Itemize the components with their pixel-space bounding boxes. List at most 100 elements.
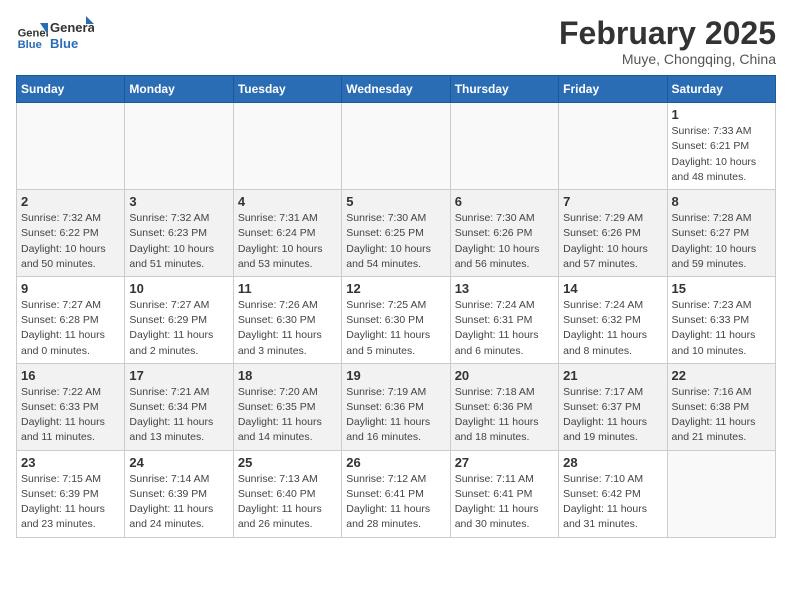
weekday-header-thursday: Thursday [450, 76, 558, 103]
calendar-cell: 7 Sunrise: 7:29 AM Sunset: 6:26 PM Daylig… [559, 190, 667, 277]
day-number: 27 [455, 455, 554, 470]
svg-text:Blue: Blue [50, 36, 78, 51]
day-number: 1 [672, 107, 771, 122]
title-block: February 2025 Muye, Chongqing, China [559, 16, 776, 67]
day-number: 5 [346, 194, 445, 209]
calendar-cell: 18 Sunrise: 7:20 AM Sunset: 6:35 PM Dayli… [233, 363, 341, 450]
page-header: General Blue General Blue February 2025 … [16, 16, 776, 67]
day-info: Sunrise: 7:26 AM Sunset: 6:30 PM Dayligh… [238, 298, 337, 359]
location: Muye, Chongqing, China [559, 51, 776, 67]
day-info: Sunrise: 7:33 AM Sunset: 6:21 PM Dayligh… [672, 124, 771, 185]
calendar-cell: 21 Sunrise: 7:17 AM Sunset: 6:37 PM Dayli… [559, 363, 667, 450]
calendar-cell: 13 Sunrise: 7:24 AM Sunset: 6:31 PM Dayli… [450, 276, 558, 363]
calendar-cell: 24 Sunrise: 7:14 AM Sunset: 6:39 PM Dayli… [125, 450, 233, 537]
calendar-cell: 4Sunrise: 7:31 AM Sunset: 6:24 PM Daylig… [233, 190, 341, 277]
day-number: 24 [129, 455, 228, 470]
calendar-cell: 1 Sunrise: 7:33 AM Sunset: 6:21 PM Daylig… [667, 103, 775, 190]
day-info: Sunrise: 7:20 AM Sunset: 6:35 PM Dayligh… [238, 385, 337, 446]
day-info: Sunrise: 7:17 AM Sunset: 6:37 PM Dayligh… [563, 385, 662, 446]
calendar-cell: 22Sunrise: 7:16 AM Sunset: 6:38 PM Dayli… [667, 363, 775, 450]
svg-text:General: General [18, 28, 48, 40]
month-title: February 2025 [559, 16, 776, 51]
calendar-cell: 23 Sunrise: 7:15 AM Sunset: 6:39 PM Dayli… [17, 450, 125, 537]
calendar-cell: 12 Sunrise: 7:25 AM Sunset: 6:30 PM Dayli… [342, 276, 450, 363]
calendar-cell: 15 Sunrise: 7:23 AM Sunset: 6:33 PM Dayli… [667, 276, 775, 363]
day-info: Sunrise: 7:32 AM Sunset: 6:22 PM Dayligh… [21, 211, 120, 272]
day-info: Sunrise: 7:11 AM Sunset: 6:41 PM Dayligh… [455, 472, 554, 533]
day-info: Sunrise: 7:14 AM Sunset: 6:39 PM Dayligh… [129, 472, 228, 533]
day-info: Sunrise: 7:23 AM Sunset: 6:33 PM Dayligh… [672, 298, 771, 359]
calendar-table: SundayMondayTuesdayWednesdayThursdayFrid… [16, 75, 776, 537]
day-info: Sunrise: 7:25 AM Sunset: 6:30 PM Dayligh… [346, 298, 445, 359]
weekday-header-sunday: Sunday [17, 76, 125, 103]
day-number: 10 [129, 281, 228, 296]
day-info: Sunrise: 7:21 AM Sunset: 6:34 PM Dayligh… [129, 385, 228, 446]
calendar-cell: 10 Sunrise: 7:27 AM Sunset: 6:29 PM Dayli… [125, 276, 233, 363]
calendar-cell [559, 103, 667, 190]
day-info: Sunrise: 7:32 AM Sunset: 6:23 PM Dayligh… [129, 211, 228, 272]
day-number: 7 [563, 194, 662, 209]
logo: General Blue General Blue [16, 16, 94, 54]
calendar-cell: 8 Sunrise: 7:28 AM Sunset: 6:27 PM Daylig… [667, 190, 775, 277]
calendar-week-row: 1 Sunrise: 7:33 AM Sunset: 6:21 PM Daylig… [17, 103, 776, 190]
weekday-header-wednesday: Wednesday [342, 76, 450, 103]
calendar-week-row: 9 Sunrise: 7:27 AM Sunset: 6:28 PM Daylig… [17, 276, 776, 363]
day-info: Sunrise: 7:18 AM Sunset: 6:36 PM Dayligh… [455, 385, 554, 446]
day-number: 26 [346, 455, 445, 470]
day-number: 16 [21, 368, 120, 383]
day-info: Sunrise: 7:30 AM Sunset: 6:26 PM Dayligh… [455, 211, 554, 272]
calendar-week-row: 16 Sunrise: 7:22 AM Sunset: 6:33 PM Dayli… [17, 363, 776, 450]
day-info: Sunrise: 7:28 AM Sunset: 6:27 PM Dayligh… [672, 211, 771, 272]
day-number: 25 [238, 455, 337, 470]
calendar-week-row: 23 Sunrise: 7:15 AM Sunset: 6:39 PM Dayli… [17, 450, 776, 537]
day-number: 8 [672, 194, 771, 209]
calendar-cell: 11 Sunrise: 7:26 AM Sunset: 6:30 PM Dayli… [233, 276, 341, 363]
day-info: Sunrise: 7:29 AM Sunset: 6:26 PM Dayligh… [563, 211, 662, 272]
calendar-cell: 6 Sunrise: 7:30 AM Sunset: 6:26 PM Daylig… [450, 190, 558, 277]
calendar-week-row: 2 Sunrise: 7:32 AM Sunset: 6:22 PM Daylig… [17, 190, 776, 277]
day-number: 11 [238, 281, 337, 296]
calendar-cell: 3 Sunrise: 7:32 AM Sunset: 6:23 PM Daylig… [125, 190, 233, 277]
day-number: 6 [455, 194, 554, 209]
day-info: Sunrise: 7:27 AM Sunset: 6:28 PM Dayligh… [21, 298, 120, 359]
day-info: Sunrise: 7:22 AM Sunset: 6:33 PM Dayligh… [21, 385, 120, 446]
weekday-header-row: SundayMondayTuesdayWednesdayThursdayFrid… [17, 76, 776, 103]
day-number: 19 [346, 368, 445, 383]
weekday-header-monday: Monday [125, 76, 233, 103]
calendar-cell [233, 103, 341, 190]
day-info: Sunrise: 7:10 AM Sunset: 6:42 PM Dayligh… [563, 472, 662, 533]
day-number: 21 [563, 368, 662, 383]
calendar-cell: 17Sunrise: 7:21 AM Sunset: 6:34 PM Dayli… [125, 363, 233, 450]
calendar-cell: 25Sunrise: 7:13 AM Sunset: 6:40 PM Dayli… [233, 450, 341, 537]
calendar-cell [450, 103, 558, 190]
day-number: 2 [21, 194, 120, 209]
calendar-cell: 16 Sunrise: 7:22 AM Sunset: 6:33 PM Dayli… [17, 363, 125, 450]
svg-text:Blue: Blue [18, 39, 42, 51]
day-number: 3 [129, 194, 228, 209]
weekday-header-saturday: Saturday [667, 76, 775, 103]
day-info: Sunrise: 7:30 AM Sunset: 6:25 PM Dayligh… [346, 211, 445, 272]
calendar-cell: 9 Sunrise: 7:27 AM Sunset: 6:28 PM Daylig… [17, 276, 125, 363]
day-number: 20 [455, 368, 554, 383]
day-number: 13 [455, 281, 554, 296]
day-number: 18 [238, 368, 337, 383]
day-number: 9 [21, 281, 120, 296]
day-info: Sunrise: 7:24 AM Sunset: 6:32 PM Dayligh… [563, 298, 662, 359]
calendar-cell [17, 103, 125, 190]
logo-icon: General Blue [16, 19, 48, 51]
weekday-header-friday: Friday [559, 76, 667, 103]
calendar-cell: 2 Sunrise: 7:32 AM Sunset: 6:22 PM Daylig… [17, 190, 125, 277]
calendar-cell: 5 Sunrise: 7:30 AM Sunset: 6:25 PM Daylig… [342, 190, 450, 277]
calendar-cell [342, 103, 450, 190]
calendar-cell: 14 Sunrise: 7:24 AM Sunset: 6:32 PM Dayli… [559, 276, 667, 363]
day-number: 4 [238, 194, 337, 209]
day-number: 23 [21, 455, 120, 470]
day-info: Sunrise: 7:15 AM Sunset: 6:39 PM Dayligh… [21, 472, 120, 533]
day-number: 12 [346, 281, 445, 296]
day-number: 14 [563, 281, 662, 296]
day-info: Sunrise: 7:27 AM Sunset: 6:29 PM Dayligh… [129, 298, 228, 359]
day-info: Sunrise: 7:16 AM Sunset: 6:38 PM Dayligh… [672, 385, 771, 446]
day-number: 28 [563, 455, 662, 470]
day-number: 15 [672, 281, 771, 296]
day-info: Sunrise: 7:24 AM Sunset: 6:31 PM Dayligh… [455, 298, 554, 359]
